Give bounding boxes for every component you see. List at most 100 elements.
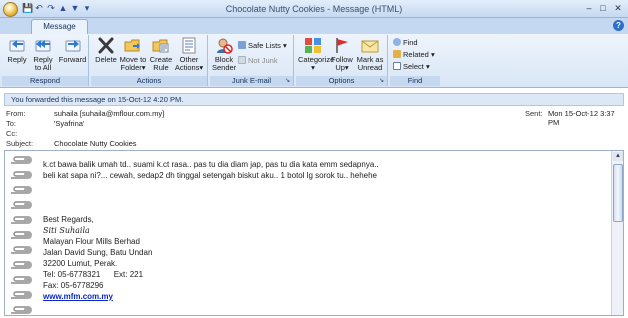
reply-all-icon	[35, 40, 51, 52]
reply-button[interactable]: Reply	[6, 37, 28, 64]
follow-up-dropdown-icon: ▾	[344, 63, 349, 72]
paperclip-icon	[11, 306, 32, 314]
cc-label: Cc:	[6, 129, 18, 138]
safe-lists-button[interactable]: Safe Lists ▾	[238, 41, 287, 50]
signature-closing: Best Regards,	[43, 215, 94, 224]
move-to-folder-icon	[124, 39, 140, 52]
other-actions-icon	[182, 37, 196, 54]
website-link[interactable]: www.mfm.com.my	[43, 291, 152, 302]
paperclip-icon	[11, 231, 32, 239]
related-button[interactable]: Related ▾	[393, 50, 435, 59]
binoculars-icon	[393, 38, 401, 46]
ribbon: Reply Reply to All Forward Respond Delet…	[0, 34, 628, 88]
signature-name: Siti Suhaila	[43, 226, 90, 235]
body-line-2: beli kat sapa ni?... cewah, sedap2 dh ti…	[43, 171, 378, 180]
signature-company: Malayan Flour Mills Berhad	[43, 237, 140, 246]
move-to-folder-button[interactable]: Move to Folder▾	[119, 37, 147, 72]
signature-address-2: 32200 Lumut, Perak.	[43, 259, 118, 268]
body-line-1: k.ct bawa balik umah td.. suami k.ct ras…	[43, 160, 379, 169]
close-button[interactable]: ✕	[612, 3, 624, 14]
signature-fax: Fax: 05-6778296	[43, 281, 104, 290]
move-label-2: Folder	[120, 63, 142, 72]
mark-as-unread-button[interactable]: Mark as Unread	[356, 37, 384, 72]
categorize-button[interactable]: Categorize ▾	[298, 37, 334, 72]
categorize-dropdown-icon: ▾	[311, 63, 315, 72]
body-text: k.ct bawa balik umah td.. suami k.ct ras…	[43, 159, 379, 181]
create-rule-button[interactable]: Create Rule	[149, 37, 173, 72]
safe-lists-icon	[238, 41, 246, 49]
paperclip-icon	[11, 246, 32, 254]
options-dialog-launcher-icon[interactable]: ↘	[379, 78, 386, 85]
signature-tel: Tel: 05-6778321 Ext: 221	[43, 270, 144, 279]
reply-all-button[interactable]: Reply to All	[30, 37, 56, 72]
paperclip-icon	[11, 291, 32, 299]
related-dropdown-icon: ▾	[430, 50, 435, 59]
paperclip-icon	[11, 216, 32, 224]
delete-icon	[98, 37, 114, 54]
not-junk-icon	[238, 56, 246, 64]
respond-group-label: Respond	[2, 76, 88, 86]
subject-value: Chocolate Nutty Cookies	[54, 139, 137, 148]
junk-email-group-label: Junk E-mail	[210, 76, 293, 86]
help-icon[interactable]: ?	[613, 20, 624, 31]
block-sender-icon	[217, 38, 233, 54]
options-group-label: Options	[296, 76, 387, 86]
forward-button[interactable]: Forward	[58, 37, 87, 64]
mark-unread-label-2: Unread	[357, 63, 383, 72]
actions-group-label: Actions	[91, 76, 207, 86]
mark-unread-icon	[361, 40, 379, 53]
reply-icon	[9, 40, 25, 52]
vertical-scrollbar[interactable]: ▲	[611, 151, 623, 315]
categorize-icon	[305, 38, 321, 53]
from-value[interactable]: suhaila [suhaila@mflour.com.my]	[54, 109, 164, 118]
other-actions-label-2: Actions	[174, 63, 200, 72]
message-body[interactable]: k.ct bawa balik umah td.. suami k.ct ras…	[4, 150, 624, 316]
info-bar[interactable]: You forwarded this message on 15-Oct-12 …	[4, 93, 624, 106]
safe-lists-label: Safe Lists	[248, 41, 281, 50]
paperclip-icon	[11, 201, 32, 209]
options-group: Categorize ▾ Follow Up▾ Mark as Unread O…	[296, 35, 388, 86]
block-sender-label-2: Sender	[212, 63, 237, 72]
select-dropdown-icon: ▾	[425, 62, 430, 71]
from-label: From:	[6, 109, 26, 118]
select-label: Select	[403, 62, 424, 71]
sent-label: Sent:	[525, 109, 543, 118]
scroll-thumb[interactable]	[613, 164, 623, 222]
to-value[interactable]: 'Syafrina'	[54, 119, 84, 128]
paperclip-icon	[11, 186, 32, 194]
follow-up-button[interactable]: Follow Up▾	[330, 37, 354, 72]
delete-label: Delete	[95, 55, 117, 64]
categorize-label: Categorize	[298, 55, 335, 64]
follow-up-flag-icon	[336, 38, 348, 53]
delete-button[interactable]: Delete	[94, 37, 118, 64]
not-junk-button[interactable]: Not Junk	[238, 56, 278, 65]
not-junk-label: Not Junk	[248, 56, 278, 65]
block-sender-button[interactable]: Block Sender	[212, 37, 236, 72]
sent-value: Mon 15-Oct-12 3:37 PM	[548, 109, 615, 127]
paperclip-icon	[11, 276, 32, 284]
select-cursor-icon	[393, 62, 401, 70]
reply-label: Reply	[7, 55, 27, 64]
related-label: Related	[403, 50, 429, 59]
find-group-label: Find	[390, 76, 440, 86]
signature-block: Best Regards, Siti Suhaila Malayan Flour…	[43, 214, 152, 302]
maximize-button[interactable]: □	[597, 3, 609, 14]
follow-up-label-2: Up	[335, 63, 345, 72]
safe-lists-dropdown-icon: ▾	[283, 41, 287, 50]
title-bar: 💾 ↶ ↷ ▲ ▼ ▾ Chocolate Nutty Cookies - Me…	[0, 0, 628, 18]
paperclip-border	[5, 151, 37, 315]
minimize-button[interactable]: –	[583, 3, 595, 14]
tab-message[interactable]: Message	[31, 19, 88, 34]
paperclip-icon	[11, 156, 32, 164]
scroll-up-icon[interactable]: ▲	[613, 152, 623, 161]
related-icon	[393, 50, 401, 58]
create-rule-label-2: Rule	[153, 63, 169, 72]
junk-dialog-launcher-icon[interactable]: ↘	[285, 78, 292, 85]
find-label: Find	[403, 38, 418, 47]
ribbon-tab-row: Message ?	[0, 18, 628, 34]
other-actions-button[interactable]: Other Actions▾	[174, 37, 204, 72]
select-button[interactable]: Select ▾	[393, 62, 430, 71]
find-button[interactable]: Find	[393, 38, 418, 47]
window-title: Chocolate Nutty Cookies - Message (HTML)	[225, 4, 403, 14]
find-group: Find Related ▾ Select ▾ Find	[390, 35, 440, 86]
